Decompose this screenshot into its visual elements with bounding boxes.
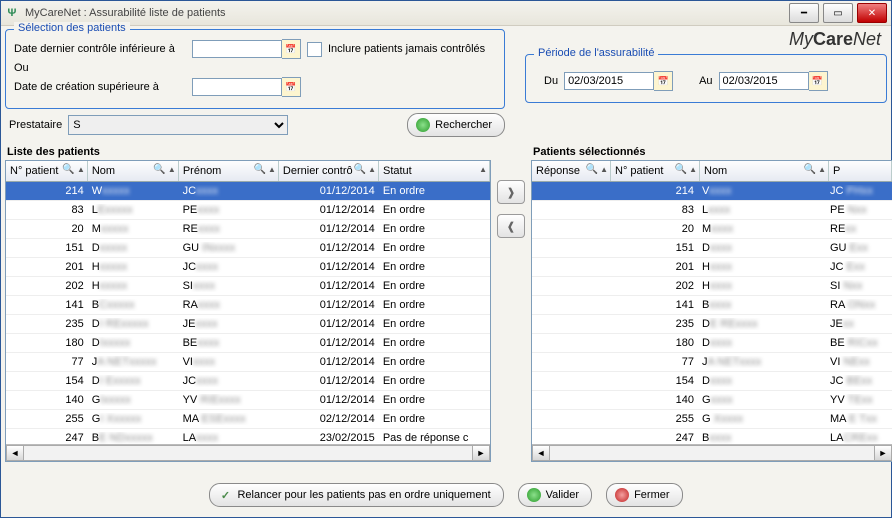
include-never-label: Inclure patients jamais contrôlés: [328, 43, 485, 55]
date-creation-label: Date de création supérieure à: [14, 81, 186, 93]
date-creation-input[interactable]: [192, 78, 282, 96]
table-row[interactable]: 83LExxxxxPExxxx01/12/2014En ordre: [6, 201, 490, 220]
table-row[interactable]: 77JA NETxxxxVI NExx: [532, 353, 892, 372]
right-list-title: Patients sélectionnés: [533, 146, 892, 158]
move-left-button[interactable]: ❰: [497, 214, 525, 238]
table-row[interactable]: 202HxxxxxSIxxxx01/12/2014En ordre: [6, 277, 490, 296]
close-button[interactable]: ✕: [857, 3, 887, 23]
table-row[interactable]: 247BE NDxxxxxLAxxxx23/02/2015Pas de répo…: [6, 429, 490, 444]
scroll-right-icon[interactable]: ►: [472, 445, 490, 461]
table-row[interactable]: 20MxxxxxRExxxx01/12/2014En ordre: [6, 220, 490, 239]
move-right-button[interactable]: ❱: [497, 180, 525, 204]
table-row[interactable]: 255GI XxxxxxMA ESExxxx02/12/2014En ordre: [6, 410, 490, 429]
table-row[interactable]: 151DxxxxxGU INxxxx01/12/2014En ordre: [6, 239, 490, 258]
table-row[interactable]: 141BCxxxxxRAxxxx01/12/2014En ordre: [6, 296, 490, 315]
col-header[interactable]: N° patient🔍▲: [611, 161, 700, 181]
table-row[interactable]: 235DI RExxxxxJExxxx01/12/2014En ordre: [6, 315, 490, 334]
table-row[interactable]: 151DxxxxGU Exx: [532, 239, 892, 258]
col-header[interactable]: P: [829, 161, 892, 181]
include-never-checkbox[interactable]: [307, 42, 322, 57]
table-row[interactable]: 235DE RExxxxJExx: [532, 315, 892, 334]
period-legend: Période de l'assurabilité: [534, 47, 658, 59]
col-header[interactable]: Prénom🔍▲: [179, 161, 279, 181]
selection-fieldset: Sélection des patients Date dernier cont…: [5, 29, 505, 109]
calendar-icon[interactable]: 📅: [809, 71, 828, 91]
col-header[interactable]: Nom🔍▲: [88, 161, 179, 181]
selection-legend: Sélection des patients: [14, 22, 130, 34]
table-row[interactable]: 255G XxxxxMA E Txx: [532, 410, 892, 429]
table-row[interactable]: 201HxxxxxJCxxxx01/12/2014En ordre: [6, 258, 490, 277]
col-header[interactable]: Nom🔍▲: [700, 161, 829, 181]
table-row[interactable]: 214WxxxxxJCxxxx01/12/2014En ordre: [6, 182, 490, 201]
right-hscroll[interactable]: ◄ ►: [532, 444, 892, 461]
scroll-left-icon[interactable]: ◄: [6, 445, 24, 461]
search-button[interactable]: Rechercher: [407, 113, 505, 137]
right-grid: Réponse🔍▲ N° patient🔍▲ Nom🔍▲ P 214VxxxxJ…: [531, 160, 892, 462]
col-header[interactable]: N° patient🔍▲: [6, 161, 88, 181]
period-to-label: Au: [699, 75, 712, 87]
app-icon: Ψ: [5, 6, 19, 20]
scroll-right-icon[interactable]: ►: [874, 445, 892, 461]
table-row[interactable]: 140GIxxxxxYV RIExxxx01/12/2014En ordre: [6, 391, 490, 410]
table-row[interactable]: 140GxxxxYV TExx: [532, 391, 892, 410]
table-row[interactable]: 141BxxxxRA ONxx: [532, 296, 892, 315]
left-hscroll[interactable]: ◄ ►: [6, 444, 490, 461]
table-row[interactable]: 180DIxxxxxBExxxx01/12/2014En ordre: [6, 334, 490, 353]
date-last-check-input[interactable]: [192, 40, 282, 58]
table-row[interactable]: 154DI ExxxxxJCxxxx01/12/2014En ordre: [6, 372, 490, 391]
table-row[interactable]: 214VxxxxJC PHxx: [532, 182, 892, 201]
app-window: Ψ MyCareNet : Assurabilité liste de pati…: [0, 0, 892, 518]
period-to-input[interactable]: [719, 72, 809, 90]
period-from-input[interactable]: [564, 72, 654, 90]
period-from-label: Du: [544, 75, 558, 87]
table-row[interactable]: 20MxxxxRExx: [532, 220, 892, 239]
calendar-icon[interactable]: 📅: [282, 39, 301, 59]
fermer-button[interactable]: Fermer: [606, 483, 682, 507]
calendar-icon[interactable]: 📅: [282, 77, 301, 97]
prestataire-label: Prestataire: [9, 119, 62, 131]
minimize-button[interactable]: ━: [789, 3, 819, 23]
date-last-check-label: Date dernier contrôle inférieure à: [14, 43, 186, 55]
relancer-button[interactable]: ✓ Relancer pour les patients pas en ordr…: [209, 483, 503, 507]
period-fieldset: Période de l'assurabilité Du 📅 Au 📅: [525, 54, 887, 103]
table-row[interactable]: 180DxxxxBE RICxx: [532, 334, 892, 353]
titlebar: Ψ MyCareNet : Assurabilité liste de pati…: [1, 1, 891, 26]
table-row[interactable]: 83LxxxxPE Nxx: [532, 201, 892, 220]
left-grid: N° patient🔍▲ Nom🔍▲ Prénom🔍▲ Dernier cont…: [5, 160, 491, 462]
or-label: Ou: [14, 62, 29, 74]
table-row[interactable]: 201HxxxxJC Exx: [532, 258, 892, 277]
calendar-icon[interactable]: 📅: [654, 71, 673, 91]
col-header[interactable]: Dernier contrô🔍▲: [279, 161, 379, 181]
close-icon: [615, 488, 629, 502]
right-grid-header: Réponse🔍▲ N° patient🔍▲ Nom🔍▲ P: [532, 161, 892, 182]
maximize-button[interactable]: ▭: [823, 3, 853, 23]
table-row[interactable]: 202HxxxxSI Nxx: [532, 277, 892, 296]
table-row[interactable]: 247BxxxxLACRExx: [532, 429, 892, 444]
table-row[interactable]: 154DxxxxJC BExx: [532, 372, 892, 391]
valider-button[interactable]: Valider: [518, 483, 592, 507]
table-row[interactable]: 77JA NETxxxxxVIxxxx01/12/2014En ordre: [6, 353, 490, 372]
scroll-left-icon[interactable]: ◄: [532, 445, 550, 461]
search-icon: [416, 118, 430, 132]
left-grid-header: N° patient🔍▲ Nom🔍▲ Prénom🔍▲ Dernier cont…: [6, 161, 490, 182]
col-header[interactable]: Statut▲: [379, 161, 490, 181]
check-icon: ✓: [218, 488, 232, 502]
left-list-title: Liste des patients: [7, 146, 491, 158]
check-icon: [527, 488, 541, 502]
prestataire-select[interactable]: S: [68, 115, 288, 135]
window-title: MyCareNet : Assurabilité liste de patien…: [25, 7, 789, 19]
col-header[interactable]: Réponse🔍▲: [532, 161, 611, 181]
